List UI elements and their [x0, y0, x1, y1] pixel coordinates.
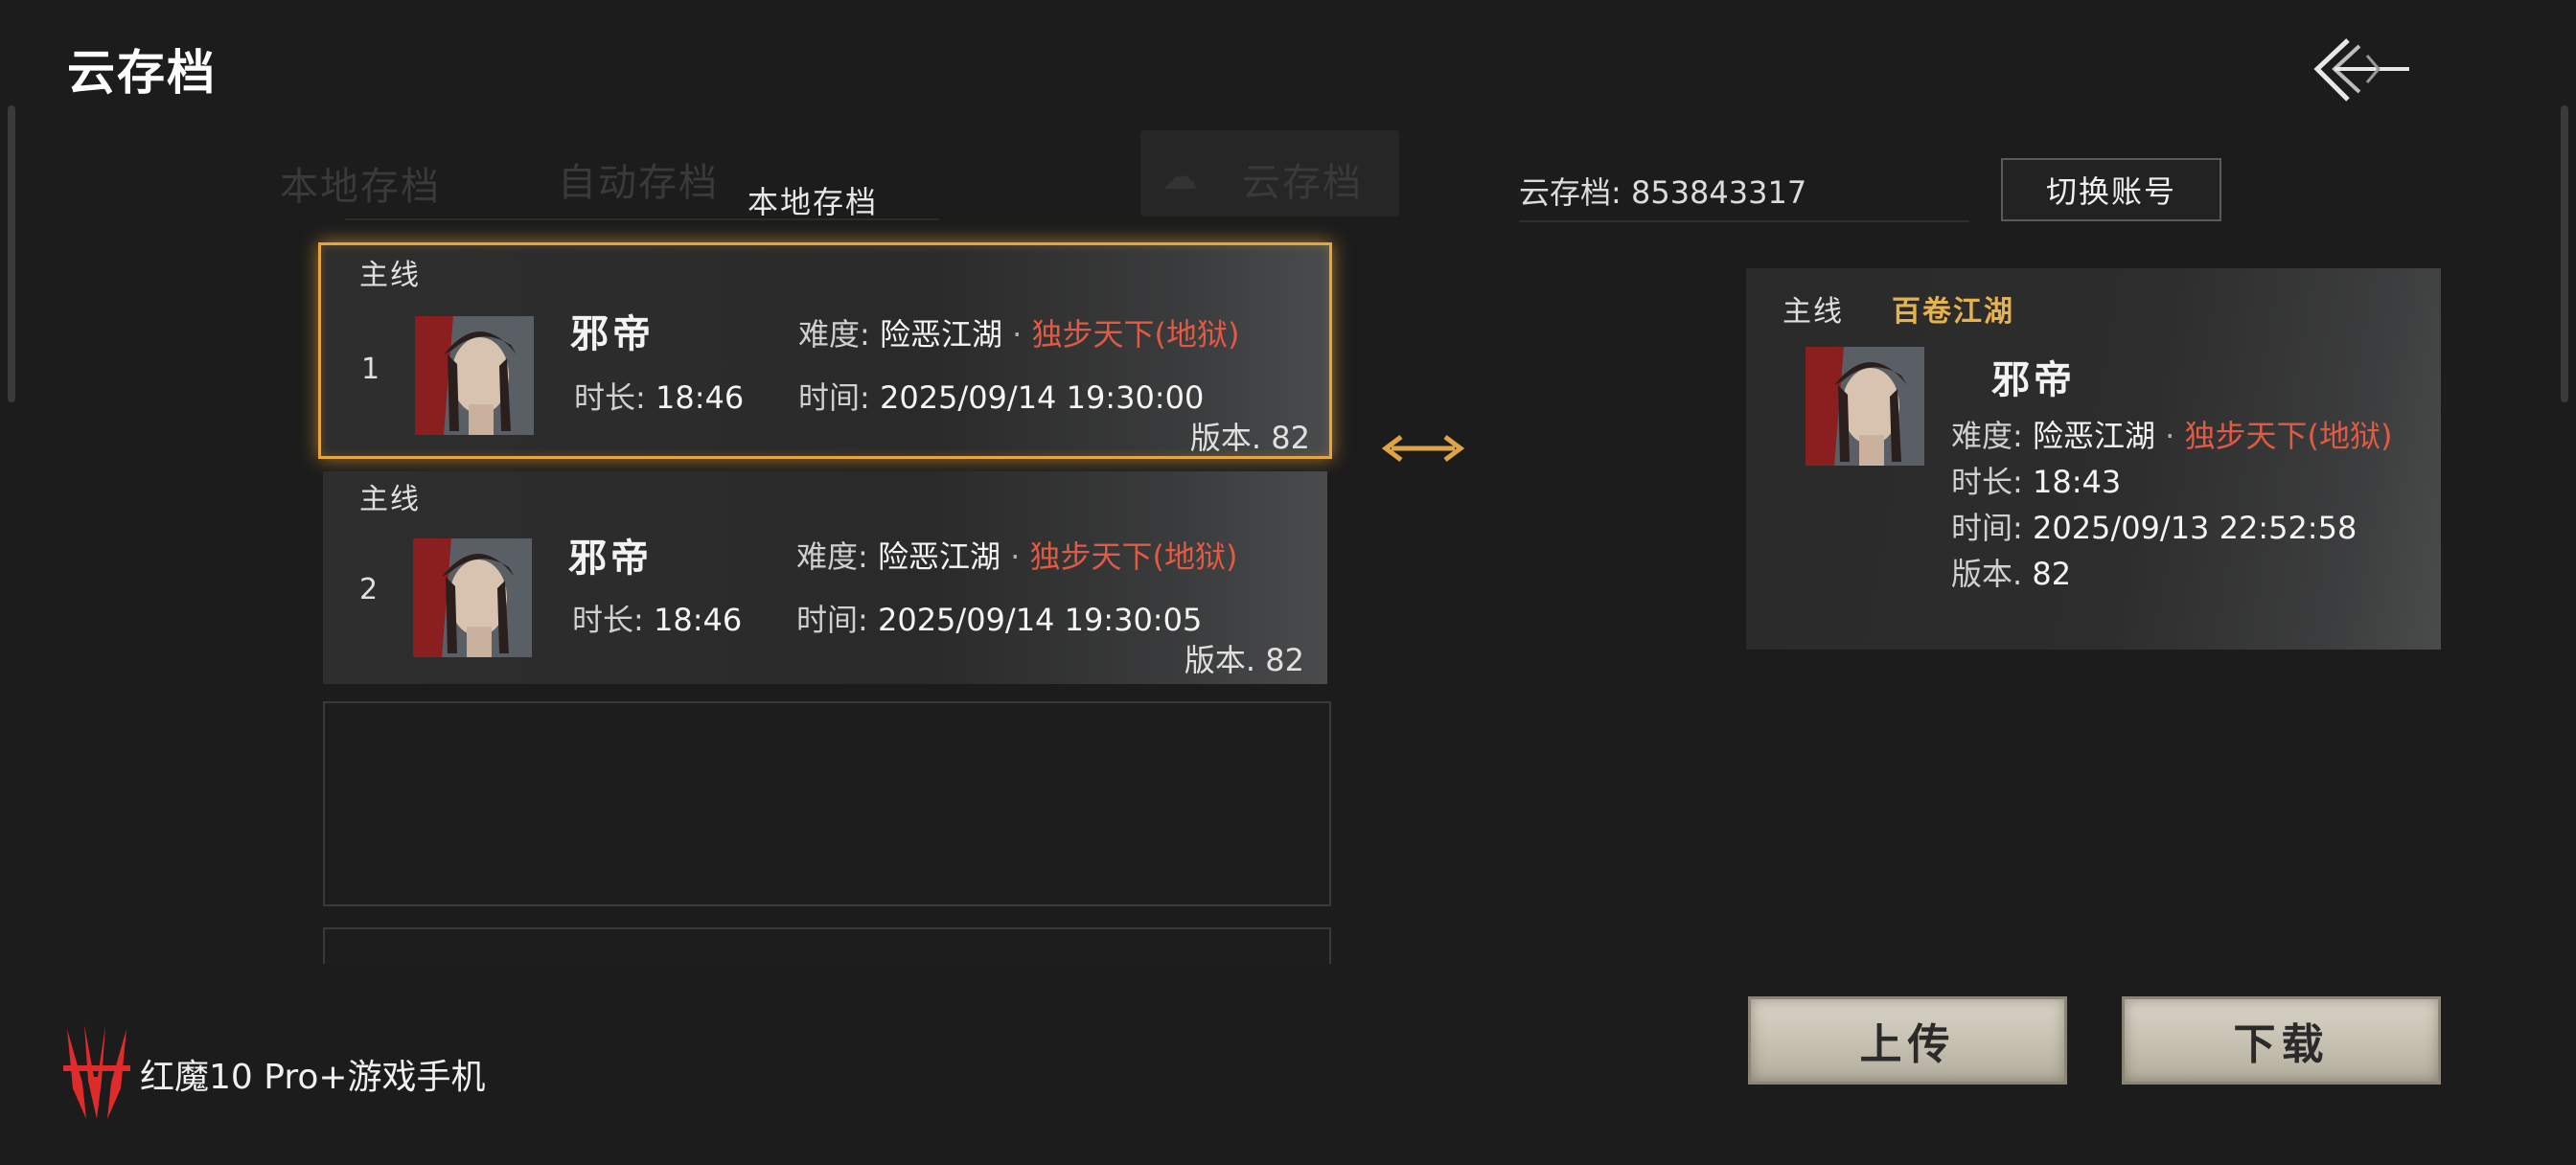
time-label: 时间:: [796, 602, 868, 638]
version-value: 82: [2032, 556, 2072, 592]
save-chapter: 主线: [359, 483, 421, 516]
duration-label: 时长:: [572, 602, 644, 638]
save-chapter: 主线: [1782, 295, 1844, 329]
upload-button[interactable]: 上传: [1748, 996, 2067, 1085]
back-arrow-icon: [2313, 38, 2409, 102]
duration-label: 时长:: [1951, 464, 2023, 500]
empty-save-slot[interactable]: [323, 701, 1331, 906]
cloud-account-label: 云存档:: [1519, 174, 1622, 211]
local-saves-header: 本地存档: [748, 184, 879, 220]
time-value: 2025/09/13 22:52:58: [2032, 510, 2358, 546]
time-label: 时间:: [798, 379, 870, 416]
cloud-account-id: 云存档: 853843317: [1519, 169, 1806, 213]
character-portrait: [1806, 347, 1924, 466]
version-label: 版本.: [1951, 556, 2023, 592]
duration-value: 18:43: [2032, 464, 2122, 500]
duration-row: 时长: 18:46: [572, 596, 742, 640]
time-row: 时间: 2025/09/14 19:30:05: [796, 596, 1202, 640]
difficulty-value: 险恶江湖: [877, 538, 1000, 575]
swap-arrows-icon: [1380, 429, 1466, 468]
separator: ·: [1010, 538, 1021, 575]
save-index: 2: [359, 573, 379, 606]
left-scrollbar[interactable]: [8, 105, 15, 402]
time-row: 时间: 2025/09/14 19:30:00: [798, 374, 1204, 418]
character-name: 邪帝: [568, 536, 653, 581]
cloud-icon: ☁: [1162, 155, 1198, 197]
download-button[interactable]: 下载: [2122, 996, 2441, 1085]
time-row: 时间: 2025/09/13 22:52:58: [1951, 504, 2357, 548]
cloud-account-value: 853843317: [1630, 174, 1807, 211]
version-label: 版本. 82: [1189, 420, 1310, 456]
tab-local-ghost[interactable]: 本地存档: [280, 155, 441, 211]
back-button[interactable]: [2310, 27, 2415, 113]
time-value: 2025/09/14 19:30:05: [877, 602, 1203, 638]
duration-label: 时长:: [574, 379, 646, 416]
character-name: 邪帝: [570, 311, 655, 356]
brand-text: 红魔10 Pro+游戏手机: [140, 1058, 486, 1097]
character-portrait: [415, 316, 534, 435]
local-save-slot-1[interactable]: 主线 1 邪帝 难度: 险恶江湖 · 独步天下(地狱) 时长: 18:46 时间…: [318, 242, 1332, 459]
red-magic-logo-icon: [63, 1025, 130, 1119]
difficulty-label: 难度:: [796, 538, 868, 575]
tab-auto-ghost[interactable]: 自动存档: [558, 151, 719, 207]
difficulty-mode: 独步天下(地狱): [1029, 538, 1238, 575]
difficulty-value: 险恶江湖: [879, 316, 1002, 353]
save-index: 1: [361, 353, 380, 386]
difficulty-mode: 独步天下(地狱): [1031, 316, 1240, 353]
save-subtitle: 百卷江湖: [1892, 295, 2014, 329]
duration-value: 18:46: [653, 602, 743, 638]
local-save-slot-2[interactable]: 主线 2 邪帝 难度: 险恶江湖 · 独步天下(地狱) 时长: 18:46 时间…: [323, 471, 1327, 684]
separator: ·: [1012, 316, 1023, 353]
empty-save-slot[interactable]: [323, 927, 1331, 964]
character-portrait: [413, 538, 532, 657]
difficulty-row: 难度: 险恶江湖 · 独步天下(地狱): [1951, 412, 2392, 456]
separator: ·: [2165, 418, 2175, 454]
switch-account-button[interactable]: 切换账号: [2001, 158, 2221, 221]
divider: [1519, 220, 1969, 222]
right-scrollbar[interactable]: [2561, 105, 2568, 402]
save-chapter: 主线: [359, 259, 421, 292]
brand-watermark: 红魔10 Pro+游戏手机: [59, 1021, 486, 1127]
tab-cloud-ghost-label: 云存档: [1242, 161, 1363, 205]
difficulty-row: 难度: 险恶江湖 · 独步天下(地狱): [796, 533, 1237, 577]
difficulty-label: 难度:: [798, 316, 870, 353]
difficulty-value: 险恶江湖: [2032, 418, 2155, 454]
tab-cloud-ghost[interactable]: ☁ 云存档: [1140, 130, 1399, 217]
version-label: 版本. 82: [1184, 642, 1304, 678]
character-name: 邪帝: [1991, 357, 2076, 402]
version-row: 版本. 82: [1951, 550, 2071, 594]
time-value: 2025/09/14 19:30:00: [879, 379, 1205, 416]
duration-value: 18:46: [655, 379, 745, 416]
difficulty-mode: 独步天下(地狱): [2184, 418, 2393, 454]
duration-row: 时长: 18:46: [574, 374, 744, 418]
duration-row: 时长: 18:43: [1951, 458, 2121, 502]
difficulty-row: 难度: 险恶江湖 · 独步天下(地狱): [798, 310, 1239, 354]
page-title: 云存档: [67, 45, 217, 101]
time-label: 时间:: [1951, 510, 2023, 546]
difficulty-label: 难度:: [1951, 418, 2023, 454]
cloud-save-card[interactable]: 主线 百卷江湖 邪帝 难度: 险恶江湖 · 独步天下(地狱) 时长: 18:43…: [1746, 268, 2441, 650]
